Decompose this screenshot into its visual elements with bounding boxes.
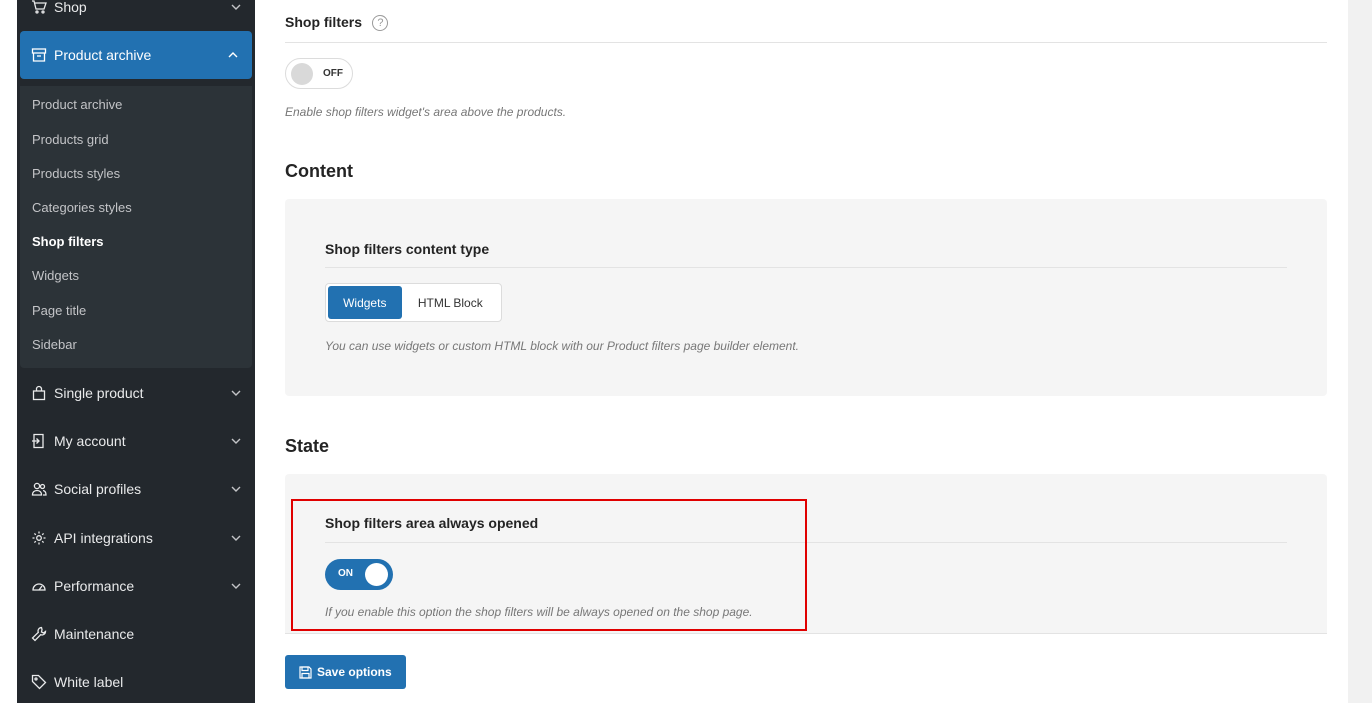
submenu-item-widgets[interactable]: Widgets	[32, 268, 79, 283]
speedometer-icon	[30, 577, 48, 595]
content-type-description: You can use widgets or custom HTML block…	[325, 339, 800, 353]
sidebar-item-social-profiles[interactable]: Social profiles	[17, 469, 255, 509]
users-icon	[30, 480, 48, 498]
archive-icon	[30, 46, 48, 64]
sidebar-item-label: Social profiles	[54, 481, 142, 497]
chevron-down-icon	[231, 484, 241, 494]
sidebar-item-product-archive[interactable]: Product archive	[20, 31, 252, 79]
chevron-down-icon	[231, 581, 241, 591]
submenu-item-product-archive[interactable]: Product archive	[32, 97, 122, 112]
left-gutter	[0, 0, 17, 703]
chevron-down-icon	[231, 388, 241, 398]
chevron-down-icon	[231, 2, 241, 12]
sidebar-item-label: Maintenance	[54, 626, 135, 642]
bag-icon	[30, 384, 48, 402]
save-icon	[299, 665, 312, 679]
content-section-title: Content	[285, 161, 353, 181]
help-icon[interactable]: ?	[372, 14, 389, 31]
shop-filters-description: Enable shop filters widget's area above …	[285, 105, 567, 119]
content-type-button-group: Widgets HTML Block	[325, 283, 502, 322]
save-options-label: Save options	[317, 665, 392, 679]
login-icon	[30, 432, 48, 450]
tag-icon	[30, 673, 48, 691]
submenu-item-categories-styles[interactable]: Categories styles	[32, 200, 132, 215]
toggle-knob	[291, 63, 313, 85]
content-type-field-title: Shop filters content type	[325, 241, 490, 257]
widgets-option-button[interactable]: Widgets	[328, 286, 402, 319]
sidebar-submenu: Product archive Products grid Products s…	[20, 86, 252, 368]
sidebar-item-label: Single product	[54, 385, 144, 401]
shop-filters-field-title: Shop filters ?	[285, 14, 389, 32]
gear-icon	[30, 529, 48, 547]
sidebar-item-my-account[interactable]: My account	[17, 421, 255, 461]
chevron-down-icon	[231, 436, 241, 446]
chevron-down-icon	[231, 533, 241, 543]
sidebar-item-label: API integrations	[54, 530, 153, 546]
sidebar: Shop Product archive Product archive Pro…	[17, 0, 255, 703]
cart-icon	[30, 0, 48, 16]
sidebar-item-label: Shop	[54, 0, 87, 15]
submenu-item-products-grid[interactable]: Products grid	[32, 132, 109, 147]
submenu-item-page-title[interactable]: Page title	[32, 303, 86, 318]
sidebar-item-performance[interactable]: Performance	[17, 566, 255, 606]
sidebar-item-white-label[interactable]: White label	[17, 662, 255, 702]
sidebar-item-api-integrations[interactable]: API integrations	[17, 518, 255, 558]
sidebar-item-label: White label	[54, 674, 124, 690]
submenu-item-products-styles[interactable]: Products styles	[32, 166, 120, 181]
scrollbar[interactable]	[1348, 0, 1372, 703]
sidebar-item-label: Product archive	[54, 47, 152, 63]
state-section-title: State	[285, 436, 330, 456]
toggle-state-label: OFF	[323, 68, 343, 79]
shop-filters-toggle[interactable]: OFF	[285, 58, 353, 89]
sidebar-item-label: My account	[54, 433, 126, 449]
chevron-up-icon	[228, 50, 238, 60]
wrench-icon	[30, 625, 48, 643]
save-options-button[interactable]: Save options	[285, 655, 406, 689]
sidebar-item-label: Performance	[54, 578, 135, 594]
submenu-item-shop-filters[interactable]: Shop filters	[32, 234, 104, 249]
content-options-box: Shop filters content type Widgets HTML B…	[285, 199, 1327, 396]
html-block-option-button[interactable]: HTML Block	[402, 286, 499, 319]
divider	[325, 267, 1287, 268]
divider	[285, 42, 1327, 43]
divider	[285, 633, 1327, 634]
sidebar-item-shop[interactable]: Shop	[17, 0, 255, 27]
sidebar-item-maintenance[interactable]: Maintenance	[17, 614, 255, 654]
sidebar-item-single-product[interactable]: Single product	[17, 373, 255, 413]
submenu-item-sidebar[interactable]: Sidebar	[32, 337, 77, 352]
highlight-annotation-box	[291, 499, 807, 631]
